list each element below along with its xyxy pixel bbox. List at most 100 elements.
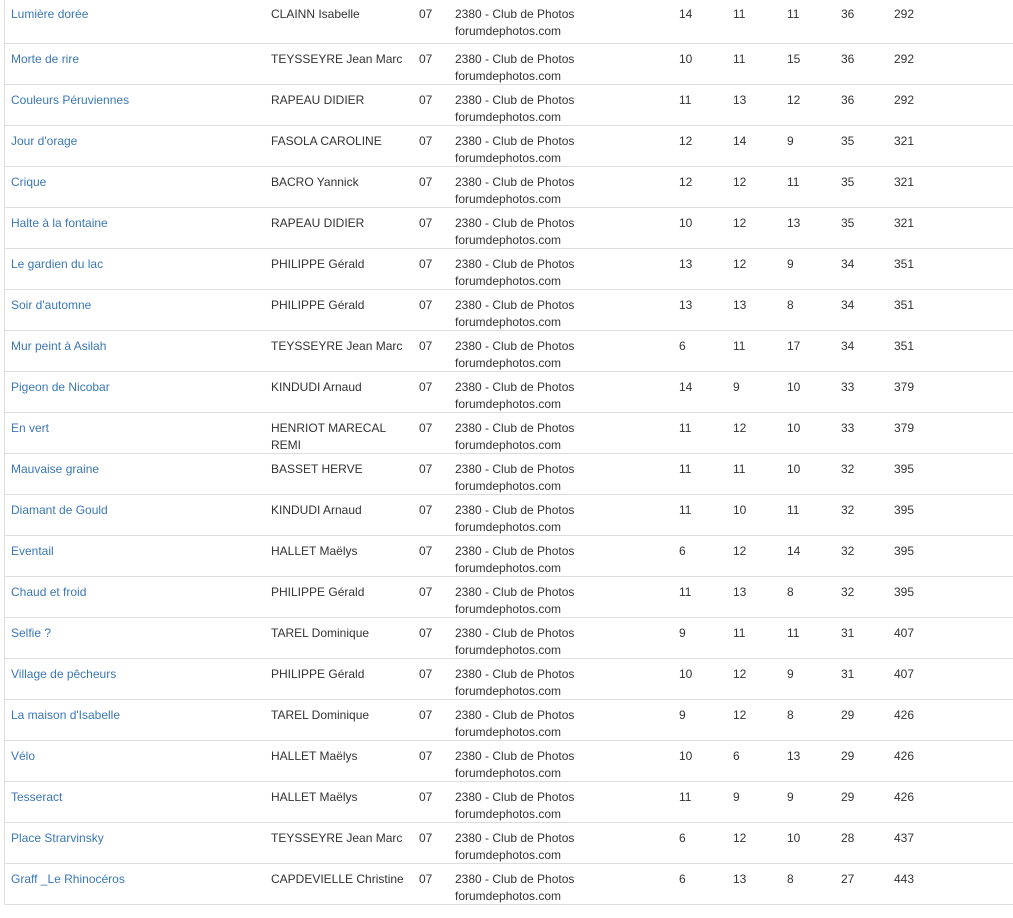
- rank: 426: [894, 790, 915, 804]
- score-judge-3: 8: [787, 872, 794, 886]
- photo-title-link[interactable]: Lumière dorée: [11, 6, 88, 23]
- club-line-1: 2380 - Club de Photos: [455, 380, 575, 394]
- club-line-2: forumdephotos.com: [455, 24, 562, 38]
- photo-title-link[interactable]: Morte de rire: [11, 51, 79, 68]
- club-name: 2380 - Club de Photos forumdephotos.com: [455, 789, 574, 823]
- photo-title-link[interactable]: Selfie ?: [11, 625, 51, 642]
- table-row: Lumière dorée CLAINN Isabelle 07 2380 - …: [5, 0, 1013, 44]
- club-line-2: forumdephotos.com: [455, 315, 562, 329]
- score-total: 33: [841, 421, 855, 435]
- table-row: Couleurs Péruviennes RAPEAU DIDIER 07 23…: [5, 85, 1013, 126]
- club-name: 2380 - Club de Photos forumdephotos.com: [455, 502, 574, 536]
- author-name: TEYSSEYRE Jean Marc: [271, 52, 403, 66]
- rank: 292: [894, 93, 915, 107]
- score-total: 34: [841, 298, 855, 312]
- photo-title-link[interactable]: Diamant de Gould: [11, 502, 108, 519]
- club-line-1: 2380 - Club de Photos: [455, 339, 575, 353]
- club-line-1: 2380 - Club de Photos: [455, 257, 575, 271]
- score-judge-3: 8: [787, 298, 794, 312]
- region-code: 07: [419, 339, 433, 353]
- rank: 395: [894, 544, 915, 558]
- region-code: 07: [419, 7, 433, 21]
- score-judge-3: 8: [787, 708, 794, 722]
- club-line-2: forumdephotos.com: [455, 520, 562, 534]
- author-name: KINDUDI Arnaud: [271, 503, 362, 517]
- photo-title-link[interactable]: Halte à la fontaine: [11, 215, 108, 232]
- club-name: 2380 - Club de Photos forumdephotos.com: [455, 133, 574, 167]
- score-judge-2: 9: [733, 790, 740, 804]
- rank: 292: [894, 52, 915, 66]
- club-line-1: 2380 - Club de Photos: [455, 872, 575, 886]
- region-code: 07: [419, 544, 433, 558]
- photo-title-link[interactable]: Graff _Le Rhinocéros: [11, 871, 125, 888]
- rank: 321: [894, 216, 915, 230]
- club-line-2: forumdephotos.com: [455, 274, 562, 288]
- club-line-1: 2380 - Club de Photos: [455, 503, 575, 517]
- author-name: CAPDEVIELLE Christine: [271, 872, 404, 886]
- score-total: 32: [841, 585, 855, 599]
- photo-title-link[interactable]: Le gardien du lac: [11, 256, 103, 273]
- score-judge-2: 9: [733, 380, 740, 394]
- score-judge-3: 11: [787, 7, 800, 21]
- photo-title-link[interactable]: Soir d'automne: [11, 297, 91, 314]
- score-judge-1: 14: [679, 380, 693, 394]
- author-name: BACRO Yannick: [271, 175, 359, 189]
- club-line-1: 2380 - Club de Photos: [455, 7, 575, 21]
- region-code: 07: [419, 175, 433, 189]
- score-judge-2: 12: [733, 708, 747, 722]
- score-total: 29: [841, 749, 855, 763]
- results-table: Lumière dorée CLAINN Isabelle 07 2380 - …: [4, 0, 1013, 905]
- rank: 407: [894, 667, 915, 681]
- region-code: 07: [419, 216, 433, 230]
- score-judge-2: 12: [733, 544, 747, 558]
- photo-title-link[interactable]: Mauvaise graine: [11, 461, 99, 478]
- table-row: Pigeon de Nicobar KINDUDI Arnaud 07 2380…: [5, 372, 1013, 413]
- club-name: 2380 - Club de Photos forumdephotos.com: [455, 379, 574, 413]
- region-code: 07: [419, 380, 433, 394]
- score-judge-1: 11: [679, 462, 692, 476]
- rank: 351: [894, 257, 915, 271]
- score-total: 36: [841, 93, 855, 107]
- photo-title-link[interactable]: Tesseract: [11, 789, 62, 806]
- region-code: 07: [419, 93, 433, 107]
- score-judge-1: 9: [679, 626, 686, 640]
- score-total: 29: [841, 708, 855, 722]
- photo-title-link[interactable]: Couleurs Péruviennes: [11, 92, 129, 109]
- club-line-2: forumdephotos.com: [455, 69, 562, 83]
- author-name: CLAINN Isabelle: [271, 7, 360, 21]
- score-judge-3: 10: [787, 462, 801, 476]
- photo-title-link[interactable]: Village de pêcheurs: [11, 666, 116, 683]
- photo-title-link[interactable]: Vélo: [11, 748, 35, 765]
- photo-title-link[interactable]: Chaud et froid: [11, 584, 86, 601]
- rank: 321: [894, 134, 915, 148]
- table-row: Chaud et froid PHILIPPE Gérald 07 2380 -…: [5, 577, 1013, 618]
- region-code: 07: [419, 708, 433, 722]
- photo-title-link[interactable]: Place Strarvinsky: [11, 830, 104, 847]
- photo-title-link[interactable]: Mur peint à Asilah: [11, 338, 106, 355]
- score-judge-1: 11: [679, 421, 692, 435]
- table-row: Crique BACRO Yannick 07 2380 - Club de P…: [5, 167, 1013, 208]
- table-row: Vélo HALLET Maëlys 07 2380 - Club de Pho…: [5, 741, 1013, 782]
- author-name: PHILIPPE Gérald: [271, 667, 365, 681]
- score-judge-1: 11: [679, 585, 692, 599]
- club-line-1: 2380 - Club de Photos: [455, 134, 575, 148]
- photo-title-link[interactable]: Pigeon de Nicobar: [11, 379, 110, 396]
- table-row: Le gardien du lac PHILIPPE Gérald 07 238…: [5, 249, 1013, 290]
- photo-title-link[interactable]: Jour d'orage: [11, 133, 77, 150]
- score-judge-3: 9: [787, 790, 794, 804]
- rank: 426: [894, 708, 915, 722]
- score-judge-2: 12: [733, 257, 747, 271]
- score-judge-1: 14: [679, 7, 693, 21]
- photo-title-link[interactable]: La maison d'Isabelle: [11, 707, 120, 724]
- club-line-2: forumdephotos.com: [455, 889, 562, 903]
- club-line-2: forumdephotos.com: [455, 438, 562, 452]
- photo-title-link[interactable]: Eventail: [11, 543, 54, 560]
- photo-title-link[interactable]: Crique: [11, 174, 46, 191]
- author-name: HALLET Maëlys: [271, 749, 358, 763]
- club-name: 2380 - Club de Photos forumdephotos.com: [455, 420, 574, 454]
- photo-title-link[interactable]: En vert: [11, 420, 49, 437]
- club-name: 2380 - Club de Photos forumdephotos.com: [455, 92, 574, 126]
- club-name: 2380 - Club de Photos forumdephotos.com: [455, 543, 574, 577]
- author-name: FASOLA CAROLINE: [271, 134, 382, 148]
- club-name: 2380 - Club de Photos forumdephotos.com: [455, 297, 574, 331]
